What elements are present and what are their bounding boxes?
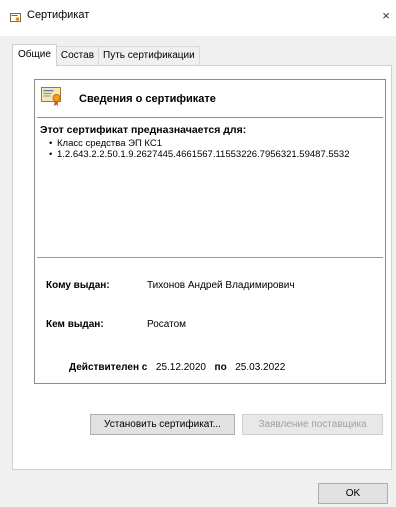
tab-bar: Общие Состав Путь сертификации [12, 44, 200, 66]
general-tab-panel: Сведения о сертификате Этот сертификат п… [12, 65, 392, 470]
divider [37, 117, 383, 118]
certificate-ribbon-icon [41, 87, 61, 106]
install-certificate-button[interactable]: Установить сертификат... [90, 414, 235, 435]
issued-to-value: Тихонов Андрей Владимирович [147, 280, 295, 291]
issued-to-label: Кому выдан: [46, 280, 110, 291]
title-bar: Сертификат × [0, 0, 396, 36]
issued-by-value: Росатом [147, 319, 187, 330]
tab-details[interactable]: Состав [55, 46, 100, 66]
valid-from-date: 25.12.2020 [155, 362, 206, 373]
window-title: Сертификат [27, 9, 90, 21]
issued-by-label: Кем выдан: [46, 319, 104, 330]
purpose-item: 1.2.643.2.2.50.1.9.2627445.4661567.11553… [49, 149, 379, 160]
purpose-list: Класс средства ЭП КС1 1.2.643.2.2.50.1.9… [49, 138, 379, 160]
valid-from-label: Действителен с [69, 362, 148, 373]
purpose-title: Этот сертификат предназначается для: [40, 124, 247, 136]
close-icon: × [382, 8, 390, 23]
certificate-icon [10, 13, 21, 22]
valid-to-label: по [214, 362, 227, 373]
issuer-statement-button[interactable]: Заявление поставщика [242, 414, 383, 435]
tab-general[interactable]: Общие [12, 44, 57, 66]
divider [37, 257, 383, 258]
close-button[interactable]: × [376, 6, 396, 26]
tab-certification-path[interactable]: Путь сертификации [98, 46, 200, 66]
validity-period: Действителен с 25.12.2020 по 25.03.2022 [69, 362, 285, 373]
certificate-info-box: Сведения о сертификате Этот сертификат п… [34, 79, 386, 384]
purpose-item: Класс средства ЭП КС1 [49, 138, 379, 149]
ok-button[interactable]: OK [318, 483, 388, 504]
info-header: Сведения о сертификате [79, 93, 216, 105]
valid-to-date: 25.03.2022 [235, 362, 286, 373]
